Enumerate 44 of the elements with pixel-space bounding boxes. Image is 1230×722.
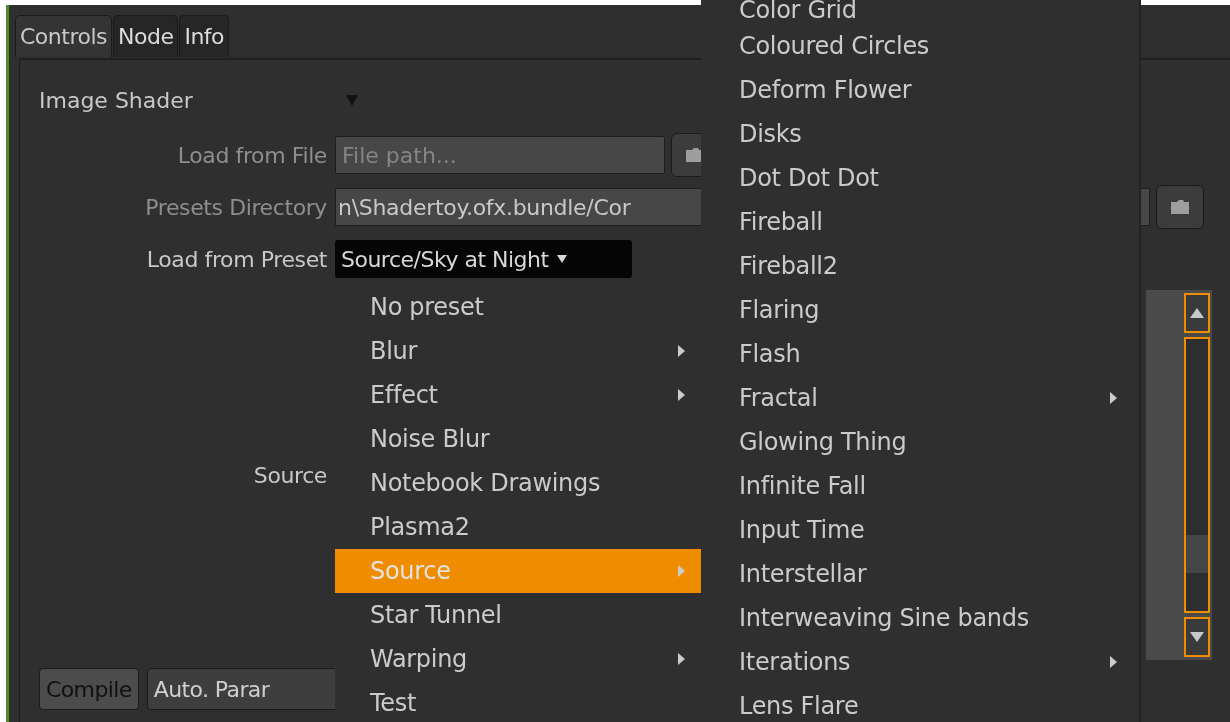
menu-item[interactable]: Glowing Thing xyxy=(701,420,1139,464)
dropdown-value: Source/Sky at Night xyxy=(341,246,549,272)
menu-item[interactable]: Interstellar xyxy=(701,552,1139,596)
menu-item[interactable]: Dot Dot Dot xyxy=(701,156,1139,200)
up-arrow-icon xyxy=(1190,308,1204,318)
menu-item[interactable]: Iterations xyxy=(701,640,1139,684)
menu-item[interactable]: Flash xyxy=(701,332,1139,376)
down-arrow-icon xyxy=(1190,632,1204,642)
menu-item[interactable]: Input Time xyxy=(701,508,1139,552)
menu-item[interactable]: Coloured Circles xyxy=(701,24,1139,68)
preset-dropdown[interactable]: Source/Sky at Night xyxy=(335,240,632,278)
menu-item[interactable]: Fireball xyxy=(701,200,1139,244)
scroll-thumb[interactable] xyxy=(1186,535,1208,573)
menu-item[interactable]: Plasma2 xyxy=(335,505,701,549)
caret-icon xyxy=(556,255,567,263)
tab[interactable]: Node xyxy=(113,15,179,57)
menu-item[interactable]: Effect xyxy=(335,373,701,417)
folder-button[interactable] xyxy=(1156,185,1204,229)
menu-item[interactable]: Interweaving Sine bands xyxy=(701,596,1139,640)
field-label: Load from File xyxy=(176,142,327,168)
scroll-track[interactable] xyxy=(1184,337,1210,613)
menu-item[interactable]: No preset xyxy=(335,285,701,329)
menu-item[interactable]: Noise Blur xyxy=(335,417,701,461)
menu-item[interactable]: Deform Flower xyxy=(701,68,1139,112)
menu-item[interactable]: Disks xyxy=(701,112,1139,156)
group-title: Image Shader xyxy=(39,87,194,113)
field-label: Presets Directory xyxy=(144,194,327,220)
menu-item[interactable]: Lens Flare xyxy=(701,684,1139,722)
menu-item[interactable]: Color Grid xyxy=(701,0,1139,24)
menu-item[interactable]: Fractal xyxy=(701,376,1139,420)
menu-item[interactable]: Star Tunnel xyxy=(335,593,701,637)
scroll-down-button[interactable] xyxy=(1184,617,1210,657)
menu-item[interactable]: Infinite Fall xyxy=(701,464,1139,508)
folder-icon xyxy=(1170,199,1190,215)
menu-item[interactable]: Flaring xyxy=(701,288,1139,332)
scrollbar[interactable] xyxy=(1146,290,1212,660)
field-label: Source xyxy=(252,462,327,488)
menu-item[interactable]: Fireball2 xyxy=(701,244,1139,288)
field-label: Load from Preset xyxy=(145,246,327,272)
tab[interactable]: Info xyxy=(179,15,230,57)
menu-item[interactable]: Notebook Drawings xyxy=(335,461,701,505)
scroll-up-button[interactable] xyxy=(1184,293,1210,333)
menu-item[interactable]: Blur xyxy=(335,329,701,373)
tab[interactable]: Controls xyxy=(15,15,112,57)
